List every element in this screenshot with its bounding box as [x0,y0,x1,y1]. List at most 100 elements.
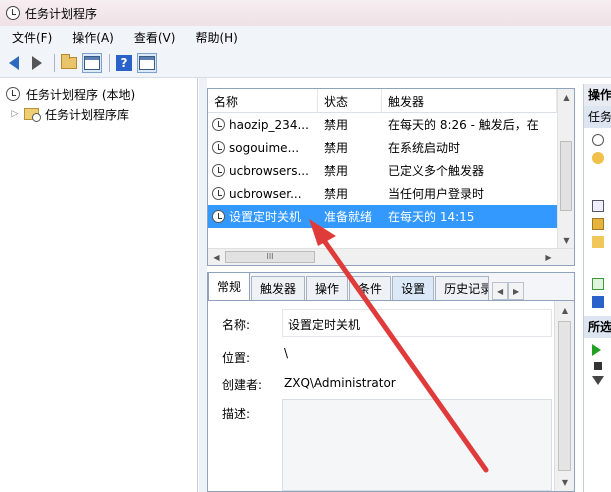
toolbar-separator [54,53,55,72]
task-clock-icon [212,210,225,223]
author-label: 创建者: [222,378,263,392]
create-task-icon[interactable] [592,152,604,164]
forward-arrow-icon [32,55,42,70]
table-row-selected[interactable]: 设置定时关机 准备就绪 在每天的 14:15 [208,205,557,228]
import-icon[interactable] [592,200,604,212]
task-trigger: 当任何用户登录时 [388,187,485,201]
menu-file[interactable]: 文件(F) [0,29,60,46]
show-action-pane-button[interactable] [137,52,157,73]
help-icon: ? [116,54,132,71]
properties-icon[interactable] [592,218,604,230]
scroll-up-icon[interactable]: ▲ [555,301,575,319]
tab-settings[interactable]: 设置 [392,276,435,300]
column-trigger[interactable]: 触发器 [382,89,557,113]
help-icon[interactable] [592,296,604,308]
down-arrow-icon[interactable] [592,376,604,385]
task-status: 准备就绪 [324,210,373,224]
scroll-thumb[interactable] [560,141,572,211]
scroll-left-icon[interactable]: ◀ [208,249,225,266]
task-list-vertical-scrollbar[interactable]: ▲ ▼ [557,89,574,249]
task-list-header: 名称 状态 触发器 [208,89,557,113]
show-tree-button[interactable] [82,52,102,73]
folder-up-icon [61,53,77,69]
tab-general[interactable]: 常规 [208,272,251,300]
table-row[interactable]: haozip_234... 禁用 在每天的 8:26 - 触发后，在 [208,113,557,136]
column-status[interactable]: 状态 [318,89,382,113]
tab-scroll-left-icon[interactable]: ◀ [492,282,509,300]
tab-history[interactable]: 历史记录 [435,276,490,300]
folder-icon[interactable] [592,236,604,248]
scroll-thumb[interactable] [558,321,571,471]
tree-item-root[interactable]: 任务计划程序 (本地) [0,84,197,104]
menu-help[interactable]: 帮助(H) [183,29,245,46]
task-status: 禁用 [324,164,349,178]
table-row[interactable]: sogouime... 禁用 在系统启动时 [208,136,557,159]
menu-action[interactable]: 操作(A) [60,29,122,46]
console-tree-icon [84,55,100,70]
expand-icon[interactable]: ▷ [10,109,20,119]
table-row[interactable]: ucbrowsers... 禁用 已定义多个触发器 [208,159,557,182]
task-clock-icon [212,187,225,200]
tab-scroll-right-icon[interactable]: ▶ [508,282,525,300]
task-name: ucbrowsers... [229,163,309,178]
clock-icon[interactable] [592,134,604,146]
task-rows: haozip_234... 禁用 在每天的 8:26 - 触发后，在 sogou… [208,113,557,228]
tab-scroller: ◀ ▶ [492,282,525,300]
run-icon[interactable] [592,344,601,356]
task-detail-pane: 常规 触发器 操作 条件 设置 历史记录 ◀ ▶ 名称: 设置定时关机 位置: … [207,272,575,492]
toolbar-separator [109,53,110,72]
author-value: ZXQ\Administrator [284,376,396,390]
window-title: 任务计划程序 [25,6,98,21]
location-label: 位置: [222,351,251,365]
actions-header: 操作 [584,84,611,106]
toolbar: ? [0,48,611,78]
column-name[interactable]: 名称 [208,89,318,113]
task-clock-icon [212,141,225,154]
task-name: sogouime... [229,140,300,155]
pane-splitter[interactable] [199,78,207,492]
actions-pane: 操作 任务 所选 [583,84,611,492]
end-icon[interactable] [594,362,602,370]
tab-conditions[interactable]: 条件 [349,276,392,300]
scroll-right-icon[interactable]: ▶ [540,249,557,266]
back-button[interactable] [4,53,24,73]
description-field[interactable] [282,399,552,491]
task-name: 设置定时关机 [229,210,302,224]
title-bar: 任务计划程序 [0,0,611,26]
task-status: 禁用 [324,141,349,155]
task-status: 禁用 [324,118,349,132]
tab-triggers[interactable]: 触发器 [251,276,306,300]
scroll-down-icon[interactable]: ▼ [555,473,575,491]
actions-section-task[interactable]: 任务 [584,106,611,128]
actions-section-selected[interactable]: 所选 [584,316,611,338]
detail-vertical-scrollbar[interactable]: ▲ ▼ [554,301,574,491]
task-name: ucbrowser... [229,186,302,201]
forward-button[interactable] [27,53,47,73]
scroll-up-icon[interactable]: ▲ [558,89,575,106]
refresh-icon[interactable] [592,278,604,290]
location-value: \ [284,346,289,360]
help-button[interactable]: ? [114,53,134,73]
task-list-horizontal-scrollbar[interactable]: ◀ III ▶ [208,248,574,265]
clock-icon [6,6,20,20]
menu-view[interactable]: 查看(V) [122,29,184,46]
task-trigger: 在每天的 8:26 - 触发后，在 [388,118,539,132]
menu-bar: 文件(F) 操作(A) 查看(V) 帮助(H) [0,26,611,48]
tab-actions[interactable]: 操作 [306,276,349,300]
up-folder-button[interactable] [59,53,79,73]
task-status: 禁用 [324,187,349,201]
action-pane-icon [139,55,155,70]
tree-item-library[interactable]: ▷ 任务计划程序库 [0,104,197,124]
task-trigger: 在每天的 14:15 [388,210,475,224]
scroll-thumb[interactable]: III [225,251,315,263]
table-row[interactable]: ucbrowser... 禁用 当任何用户登录时 [208,182,557,205]
tree-item-label: 任务计划程序 (本地) [26,87,136,102]
task-clock-icon [212,118,225,131]
tree-item-label: 任务计划程序库 [45,107,130,122]
clock-icon [6,87,20,101]
task-library-folder-icon [24,108,41,122]
scroll-down-icon[interactable]: ▼ [558,232,575,249]
